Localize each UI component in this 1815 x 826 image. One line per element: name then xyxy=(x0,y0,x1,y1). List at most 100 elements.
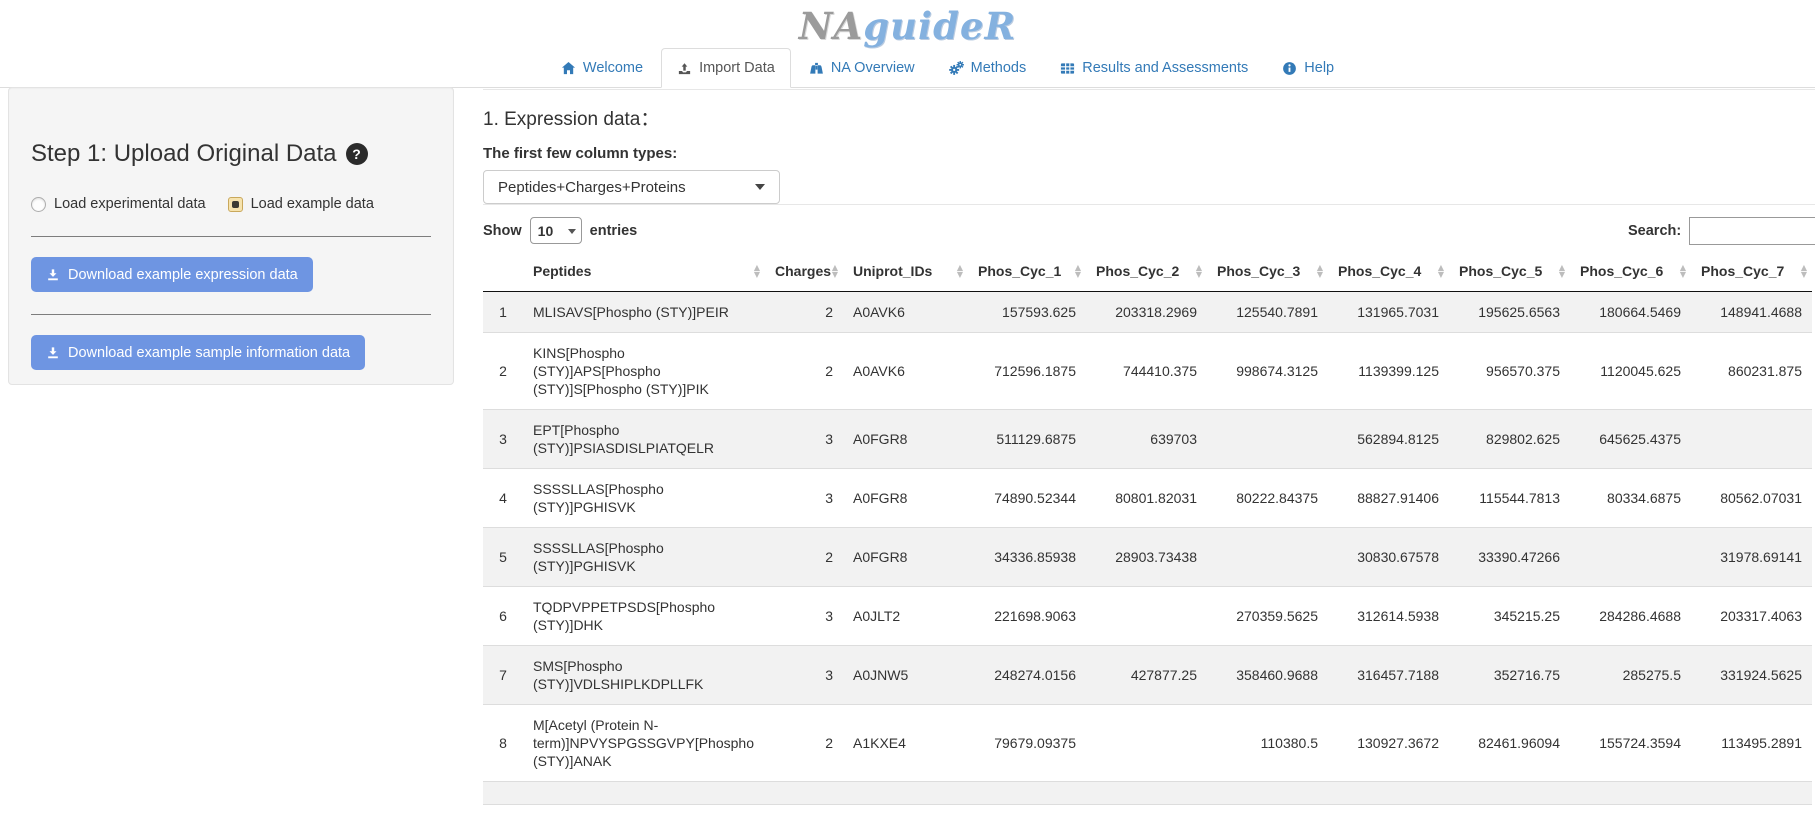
column-header-Charges[interactable]: Charges▲▼ xyxy=(765,251,843,292)
sort-icon: ▲▼ xyxy=(832,264,838,278)
phos-cyc-6-cell: 285275.5 xyxy=(1570,646,1691,705)
phos-cyc-1-cell: 712596.1875 xyxy=(968,333,1086,410)
tab-label: Import Data xyxy=(699,60,775,76)
charge-cell: 2 xyxy=(765,292,843,333)
column-types-select[interactable]: Peptides+Charges+Proteins xyxy=(483,170,780,204)
phos-cyc-3-cell: 125540.7891 xyxy=(1207,292,1328,333)
search-input[interactable] xyxy=(1689,217,1815,245)
phos-cyc-1-cell: 157593.625 xyxy=(968,292,1086,333)
divider xyxy=(483,204,1815,205)
phos-cyc-5-cell: 195625.6563 xyxy=(1449,292,1570,333)
sort-icon: ▲▼ xyxy=(1438,264,1444,278)
info-icon xyxy=(1282,61,1297,76)
tab-label: Welcome xyxy=(583,60,643,76)
table-header-row: Peptides▲▼Charges▲▼Uniprot_IDs▲▼Phos_Cyc… xyxy=(483,251,1812,292)
tab-label: Help xyxy=(1304,60,1334,76)
radio-label: Load experimental data xyxy=(54,196,206,212)
chevron-down-icon xyxy=(755,184,765,190)
charge-cell: 2 xyxy=(765,333,843,410)
radio-label: Load example data xyxy=(251,196,374,212)
download-expression-data-button[interactable]: Download example expression data xyxy=(31,257,313,292)
phos-cyc-1-cell: 221698.9063 xyxy=(968,587,1086,646)
phos-cyc-3-cell: 80222.84375 xyxy=(1207,469,1328,528)
peptide-cell: TQDPVPPETPSDS[Phospho (STY)]DHK xyxy=(523,587,765,646)
empty-cell xyxy=(483,782,523,805)
tab-help[interactable]: Help xyxy=(1266,48,1350,88)
charge-cell: 2 xyxy=(765,528,843,587)
tab-na-overview[interactable]: NA Overview xyxy=(793,48,931,88)
expression-data-title: 1. Expression data： xyxy=(483,108,1815,132)
charge-cell: 3 xyxy=(765,469,843,528)
divider xyxy=(31,314,431,315)
charge-cell: 3 xyxy=(765,587,843,646)
phos-cyc-1-cell: 79679.09375 xyxy=(968,705,1086,782)
phos-cyc-2-cell xyxy=(1086,587,1207,646)
tab-import-data[interactable]: Import Data xyxy=(661,48,791,88)
cogs-icon xyxy=(949,61,964,76)
charge-cell: 3 xyxy=(765,646,843,705)
question-circle-icon[interactable] xyxy=(346,143,368,165)
empty-cell xyxy=(968,782,1086,805)
column-header-Phos_Cyc_6[interactable]: Phos_Cyc_6 ▲▼ xyxy=(1570,251,1691,292)
column-header-Phos_Cyc_1[interactable]: Phos_Cyc_1▲▼ xyxy=(968,251,1086,292)
phos-cyc-2-cell: 427877.25 xyxy=(1086,646,1207,705)
logo-guider: guideR xyxy=(863,4,1016,48)
phos-cyc-6-cell: 155724.3594 xyxy=(1570,705,1691,782)
column-header-label: Phos_Cyc_4 xyxy=(1338,263,1421,279)
column-header-label: Phos_Cyc_3 xyxy=(1217,263,1300,279)
phos-cyc-2-cell: 28903.73438 xyxy=(1086,528,1207,587)
phos-cyc-5-cell: 956570.375 xyxy=(1449,333,1570,410)
uniprot-id-cell: A0FGR8 xyxy=(843,410,968,469)
phos-cyc-2-cell: 744410.375 xyxy=(1086,333,1207,410)
download-sample-info-button[interactable]: Download example sample information data xyxy=(31,335,365,370)
phos-cyc-5-cell: 352716.75 xyxy=(1449,646,1570,705)
phos-cyc-4-cell: 88827.91406 xyxy=(1328,469,1449,528)
table-row-2: 2KINS[Phospho (STY)]APS[Phospho (STY)]S[… xyxy=(483,333,1812,410)
column-header-index[interactable] xyxy=(483,251,523,292)
column-header-Phos_Cyc_2[interactable]: Phos_Cyc_2▲▼ xyxy=(1086,251,1207,292)
row-number-cell: 3 xyxy=(483,410,523,469)
phos-cyc-3-cell: 270359.5625 xyxy=(1207,587,1328,646)
column-header-Phos_Cyc_5[interactable]: Phos_Cyc_5▲▼ xyxy=(1449,251,1570,292)
search-control: Search: xyxy=(1628,217,1815,245)
tab-welcome[interactable]: Welcome xyxy=(545,48,659,88)
column-header-Phos_Cyc_3[interactable]: Phos_Cyc_3▲▼ xyxy=(1207,251,1328,292)
column-header-Uniprot_IDs[interactable]: Uniprot_IDs▲▼ xyxy=(843,251,968,292)
page-length-control: Show 10 entries xyxy=(483,217,1815,244)
phos-cyc-4-cell: 30830.67578 xyxy=(1328,528,1449,587)
column-header-Peptides[interactable]: Peptides▲▼ xyxy=(523,251,765,292)
tab-methods[interactable]: Methods xyxy=(933,48,1043,88)
phos-cyc-7-cell: 113495.2891 xyxy=(1691,705,1812,782)
tab-results-and-assessments[interactable]: Results and Assessments xyxy=(1044,48,1264,88)
phos-cyc-6-cell: 284286.4688 xyxy=(1570,587,1691,646)
phos-cyc-4-cell: 562894.8125 xyxy=(1328,410,1449,469)
column-header-label: Peptides xyxy=(533,263,591,279)
column-types-label: The first few column types: xyxy=(483,145,1815,162)
column-header-Phos_Cyc_7[interactable]: Phos_Cyc_7▲▼ xyxy=(1691,251,1812,292)
sort-icon: ▲▼ xyxy=(1680,264,1686,278)
page-length-select[interactable]: 10 xyxy=(530,217,582,244)
column-header-label: Phos_Cyc_6 xyxy=(1580,263,1663,279)
column-types-selected-value: Peptides+Charges+Proteins xyxy=(498,179,686,196)
phos-cyc-5-cell: 33390.47266 xyxy=(1449,528,1570,587)
uniprot-id-cell: A0AVK6 xyxy=(843,333,968,410)
phos-cyc-4-cell: 312614.5938 xyxy=(1328,587,1449,646)
phos-cyc-2-cell: 639703 xyxy=(1086,410,1207,469)
uniprot-id-cell: A0JNW5 xyxy=(843,646,968,705)
radio-load-experimental-data[interactable]: Load experimental data xyxy=(31,196,206,212)
row-number-cell: 4 xyxy=(483,469,523,528)
column-header-label: Charges xyxy=(775,263,831,279)
tab-label: Methods xyxy=(971,60,1027,76)
row-number-cell: 1 xyxy=(483,292,523,333)
phos-cyc-6-cell: 645625.4375 xyxy=(1570,410,1691,469)
sort-icon: ▲▼ xyxy=(1559,264,1565,278)
uniprot-id-cell: A0JLT2 xyxy=(843,587,968,646)
radio-load-example-data[interactable]: Load example data xyxy=(228,196,374,212)
charge-cell: 3 xyxy=(765,410,843,469)
app-logo: NAguideR xyxy=(0,0,1815,48)
column-header-label: Phos_Cyc_7 xyxy=(1701,263,1784,279)
column-header-Phos_Cyc_4[interactable]: Phos_Cyc_4 ▲▼ xyxy=(1328,251,1449,292)
empty-cell xyxy=(1449,782,1570,805)
empty-cell xyxy=(1328,782,1449,805)
phos-cyc-1-cell: 34336.85938 xyxy=(968,528,1086,587)
